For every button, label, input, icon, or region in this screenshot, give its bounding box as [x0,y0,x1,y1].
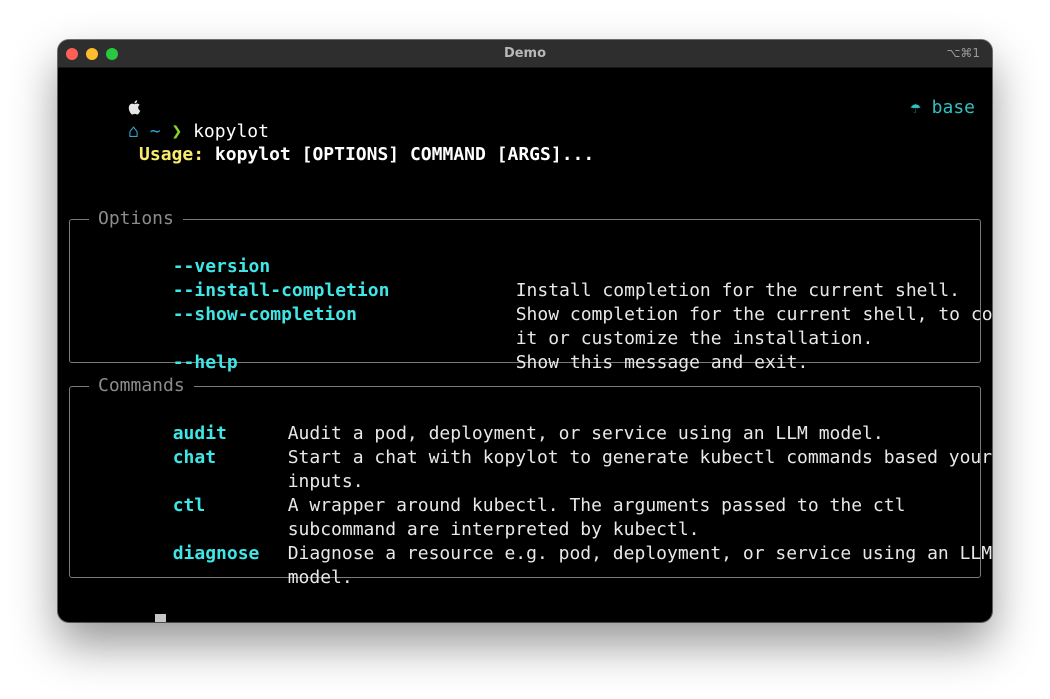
command-desc: Audit a pod, deployment, or service usin… [287,423,884,444]
option-desc: Show this message and exit. [515,352,809,373]
usage-line: Usage: kopylot [OPTIONS] COMMAND [ARGS].… [74,119,594,165]
option-item-version: --version [86,231,271,277]
usage-label: Usage: [139,144,205,165]
option-item-help: --help [86,327,238,373]
window-title: Demo [503,46,547,61]
option-desc: Install completion for the current shell… [515,280,961,301]
python-icon: ☂ [909,97,921,118]
command-desc: inputs. [287,471,364,492]
command-desc: A wrapper around kubectl. The arguments … [287,495,906,516]
env-indicator: ☂ base [845,613,975,622]
prompt-line-1: ⌂ ~ ❯ kopylot [63,72,269,142]
option-item-show-completion: --show-completion [86,279,357,325]
apple-icon [128,100,141,115]
option-flag: --show-completion [172,304,357,325]
options-panel-title: Options [89,207,183,231]
command-item-ctl: ctl [86,470,206,516]
env-indicator: ☂ base [845,72,975,118]
command-desc: Diagnose a resource e.g. pod, deployment… [287,543,992,564]
command-item-chat: chat [86,422,216,468]
command-desc: Start a chat with kopylot to generate ku… [287,447,992,468]
commands-panel: Commands audit Audit a pod, deployment, … [69,374,992,588]
window-shortcut: ⌥⌘1 [946,46,980,60]
env-name: base [931,97,975,118]
option-item-install-completion: --install-completion [86,255,390,301]
option-flag: --help [172,352,238,373]
text-cursor[interactable] [155,614,166,622]
usage-text: kopylot [OPTIONS] COMMAND [ARGS]... [214,144,595,165]
command-desc: subcommand are interpreted by kubectl. [287,519,700,540]
terminal-content[interactable]: ⌂ ~ ❯ kopylot ☂ base Usage: kopylot [OPT… [58,69,992,622]
command-desc: model. [287,567,353,588]
option-desc: Show completion for the current shell, t… [515,304,992,325]
terminal-window: Demo ⌥⌘1 ⌂ ~ ❯ kopylot ☂ base Usage: kop… [58,40,992,622]
options-panel: Options --version --install-completion I… [69,207,992,373]
option-desc: it or customize the installation. [515,328,874,349]
commands-panel-title: Commands [89,374,194,398]
title-bar: Demo ⌥⌘1 [58,40,992,68]
